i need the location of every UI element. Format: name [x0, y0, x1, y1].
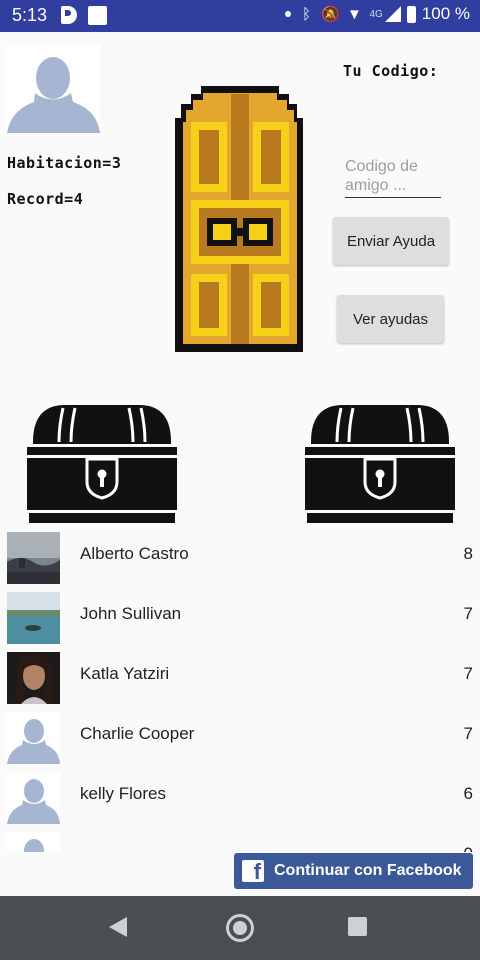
friend-name: Alberto Castro	[80, 544, 189, 563]
notification-dot-icon	[285, 11, 292, 17]
battery-level: 100 %	[421, 4, 470, 23]
friend-photo	[7, 772, 60, 824]
door-icon	[175, 86, 303, 352]
chest-icon	[305, 405, 455, 523]
send-help-button[interactable]: Enviar Ayuda	[333, 217, 449, 265]
friend-score: 6	[463, 784, 473, 803]
friend-score: 8	[463, 544, 473, 563]
portrait-photo-icon	[7, 652, 60, 704]
default-avatar-icon	[7, 772, 60, 824]
list-item[interactable]: Alberto Castro 8	[0, 532, 480, 586]
leaderboard-list[interactable]: Alberto Castro 8 John Sullivan 7 Katla Y…	[0, 532, 480, 852]
treasure-chest-right[interactable]	[303, 402, 457, 526]
network-type: 4G	[369, 8, 383, 20]
friend-photo	[7, 532, 60, 584]
default-avatar-icon	[7, 712, 60, 764]
facebook-icon: f	[242, 860, 264, 882]
friend-score: 0	[464, 844, 473, 852]
list-item[interactable]: Katla Yatziri 7	[0, 652, 480, 706]
bluetooth-icon: ᛒ	[301, 5, 311, 23]
friend-code-input[interactable]: Codigo de amigo ...	[345, 157, 441, 198]
water-photo-icon	[7, 592, 60, 644]
friend-code-label: Tu Codigo:	[343, 62, 439, 80]
chest-icon	[27, 405, 177, 523]
signal-icon	[384, 6, 401, 22]
friend-photo	[7, 592, 60, 644]
status-time: 5:13	[12, 5, 48, 25]
navigation-bar	[0, 896, 480, 960]
friend-score: 7	[463, 664, 473, 683]
profile-avatar[interactable]	[7, 44, 100, 133]
door-image[interactable]	[173, 86, 307, 352]
landscape-photo-icon	[7, 532, 60, 584]
friend-score: 7	[463, 604, 473, 623]
notification-square-icon	[88, 6, 107, 25]
list-item[interactable]: 0	[0, 832, 480, 852]
list-item[interactable]: John Sullivan 7	[0, 592, 480, 646]
friend-photo	[7, 652, 60, 704]
default-avatar-icon	[7, 44, 100, 133]
friend-name: Katla Yatziri	[80, 664, 170, 683]
silent-bell-icon: 🔕	[321, 6, 340, 23]
parking-icon	[61, 6, 77, 24]
friend-photo	[7, 832, 60, 852]
list-item[interactable]: Charlie Cooper 7	[0, 712, 480, 766]
treasure-chest-left[interactable]	[25, 402, 179, 526]
facebook-login-button[interactable]: f Continuar con Facebook	[234, 853, 473, 889]
room-label: Habitacion=3	[7, 154, 122, 172]
wifi-icon: ▼	[347, 5, 362, 23]
home-icon[interactable]	[226, 914, 254, 942]
friend-name: kelly Flores	[80, 784, 166, 803]
back-icon[interactable]	[109, 917, 127, 937]
record-label: Record=4	[7, 190, 84, 208]
status-bar: 5:13 ᛒ 🔕 ▼ 4G 100 %	[0, 0, 480, 32]
facebook-button-label: Continuar con Facebook	[274, 862, 462, 879]
list-item[interactable]: kelly Flores 6	[0, 772, 480, 826]
friend-score: 7	[463, 724, 473, 743]
recent-apps-icon[interactable]	[348, 917, 367, 936]
friend-name: John Sullivan	[80, 604, 182, 623]
friend-photo	[7, 712, 60, 764]
view-help-button[interactable]: Ver ayudas	[337, 295, 444, 343]
default-avatar-icon	[7, 832, 60, 852]
battery-icon	[406, 5, 416, 23]
friend-name: Charlie Cooper	[80, 724, 195, 743]
